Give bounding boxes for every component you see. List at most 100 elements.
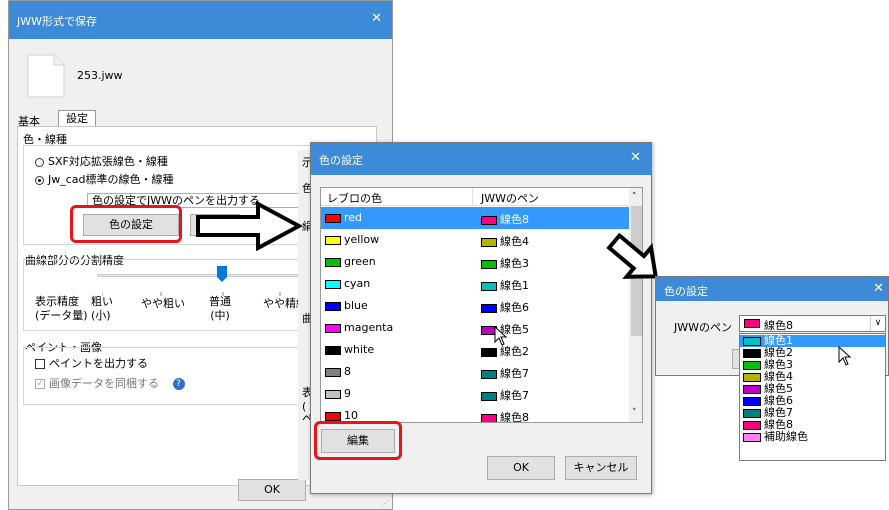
chevron-down-icon[interactable]: ∨: [870, 316, 885, 331]
pen-select[interactable]: 線色8 ∨: [739, 315, 886, 332]
pen-selected-value: 線色8: [764, 319, 793, 332]
rebro-color-swatch: [325, 257, 341, 267]
jww-pen-swatch: [481, 347, 497, 357]
radio-jwcad[interactable]: Jw_cad標準の線色・線種: [35, 171, 174, 187]
header-jww-pen[interactable]: JWWのペン: [481, 190, 539, 206]
rebro-color-name: 9: [344, 387, 351, 400]
jww-pen-name: 線色8: [500, 411, 529, 423]
jww-pen-cell: 線色7: [481, 387, 529, 403]
image-checkbox[interactable]: ✓ 画像データを同梱する ?: [35, 375, 185, 391]
level-normal: 普通 (中): [209, 295, 231, 322]
save-dialog-titlebar: JWW形式で保存 ✕: [9, 1, 392, 39]
rebro-color-swatch: [325, 389, 341, 399]
pen-selected-swatch: [744, 319, 760, 328]
jww-pen-cell: 線色7: [481, 365, 529, 381]
color-cancel-button[interactable]: キャンセル: [565, 456, 637, 480]
rebro-color-name: blue: [344, 299, 368, 312]
rebro-color-cell: yellow: [325, 233, 379, 246]
list-scrollbar[interactable]: ˄ ˅: [629, 188, 642, 422]
jww-pen-cell: 線色1: [481, 277, 529, 293]
pen-option-swatch: [743, 360, 761, 370]
pen-option-swatch: [743, 336, 761, 346]
rebro-color-name: white: [344, 343, 375, 356]
rebro-color-cell: green: [325, 255, 376, 268]
close-icon[interactable]: ✕: [371, 11, 382, 26]
precision-slider-thumb[interactable]: [217, 266, 227, 282]
table-row[interactable]: magenta 線色5: [321, 317, 629, 339]
radio-sxf-circle[interactable]: [35, 157, 44, 167]
table-row[interactable]: red 線色8: [321, 207, 629, 229]
jww-pen-name: 線色7: [500, 389, 529, 402]
pen-dropdown-list[interactable]: 線色1 線色2 線色3 線色4 線色5 線色6 線色7 線色8 補助線色: [739, 333, 886, 461]
save-ok-button[interactable]: OK: [238, 479, 306, 501]
dropdown-option[interactable]: 線色6: [740, 395, 885, 407]
tab-settings[interactable]: 設定: [58, 110, 96, 127]
dropdown-option[interactable]: 線色5: [740, 383, 885, 395]
dropdown-option[interactable]: 線色3: [740, 359, 885, 371]
table-row[interactable]: blue 線色6: [321, 295, 629, 317]
mouse-cursor-icon: [838, 345, 852, 366]
jww-pen-name: 線色6: [500, 301, 529, 314]
close-icon[interactable]: ✕: [873, 281, 884, 296]
header-divider: [472, 188, 473, 206]
list-header: レブロの色 JWWのペン: [321, 188, 629, 206]
table-row[interactable]: green 線色3: [321, 251, 629, 273]
help-icon[interactable]: ?: [172, 378, 185, 390]
dropdown-option[interactable]: 補助線色: [740, 431, 885, 443]
table-row[interactable]: 8 線色7: [321, 361, 629, 383]
precision-label: 表示精度 (データ量): [35, 295, 88, 322]
jww-pen-cell: 線色8: [481, 211, 529, 227]
pen-label: JWWのペン: [674, 321, 732, 334]
color-ok-label: OK: [513, 461, 529, 474]
radio-jwcad-circle[interactable]: [35, 175, 44, 185]
arrow-right-icon: [196, 200, 304, 252]
jww-pen-cell: 線色6: [481, 299, 529, 315]
rebro-color-name: yellow: [344, 233, 380, 246]
rebro-color-swatch: [325, 367, 341, 377]
dropdown-option[interactable]: 線色1: [740, 335, 885, 347]
table-row[interactable]: yellow 線色4: [321, 229, 629, 251]
rebro-color-cell: cyan: [325, 277, 370, 290]
mouse-cursor-icon: [494, 325, 508, 346]
rebro-color-swatch: [325, 213, 341, 223]
scroll-down-icon[interactable]: ˅: [632, 408, 637, 418]
dropdown-option[interactable]: 線色8: [740, 419, 885, 431]
dropdown-option[interactable]: 線色4: [740, 371, 885, 383]
jww-pen-name: 線色8: [500, 213, 529, 226]
color-cancel-label: キャンセル: [573, 461, 629, 474]
pen-option-swatch: [743, 408, 761, 418]
jww-pen-swatch: [481, 237, 497, 247]
paint-checkbox-box[interactable]: [35, 359, 45, 369]
precision-slider-track[interactable]: [97, 274, 311, 277]
color-ok-button[interactable]: OK: [487, 456, 555, 480]
radio-jwcad-label: Jw_cad標準の線色・線種: [48, 173, 174, 186]
paint-checkbox[interactable]: ペイントを出力する: [35, 355, 148, 371]
color-mapping-list[interactable]: レブロの色 JWWのペン red 線色8 yellow 線色4 green 線色3 cyan…: [320, 187, 643, 423]
dropdown-option[interactable]: 線色7: [740, 407, 885, 419]
save-ok-label: OK: [264, 483, 280, 496]
rebro-color-name: red: [344, 211, 363, 224]
table-row[interactable]: white 線色2: [321, 339, 629, 361]
image-checkbox-label: 画像データを同梱する: [49, 377, 159, 390]
jww-pen-cell: 線色4: [481, 233, 529, 249]
slider-ticks: [101, 286, 312, 296]
image-checkbox-box[interactable]: ✓: [35, 379, 45, 389]
table-row[interactable]: 9 線色7: [321, 383, 629, 405]
radio-sxf[interactable]: SXF対応拡張線色・線種: [35, 153, 168, 169]
save-dialog-title: JWW形式で保存: [17, 15, 97, 28]
rebro-color-name: magenta: [344, 321, 394, 334]
close-icon[interactable]: ✕: [630, 150, 641, 165]
jww-pen-swatch: [481, 303, 497, 313]
tab-settings-label: 設定: [66, 112, 88, 125]
scroll-up-icon[interactable]: ˄: [632, 192, 637, 202]
table-row[interactable]: cyan 線色1: [321, 273, 629, 295]
jww-pen-swatch: [481, 391, 497, 401]
highlight-color-settings: [70, 205, 182, 243]
resize-grip-icon[interactable]: ⋰: [381, 499, 391, 509]
header-rebro-color[interactable]: レブロの色: [327, 190, 382, 206]
rebro-color-swatch: [325, 301, 341, 311]
dropdown-option[interactable]: 線色2: [740, 347, 885, 359]
color-dialog-title: 色の設定: [319, 154, 363, 167]
pen-option-swatch: [743, 432, 761, 442]
level-slightly-coarse: やや粗い: [141, 297, 185, 310]
